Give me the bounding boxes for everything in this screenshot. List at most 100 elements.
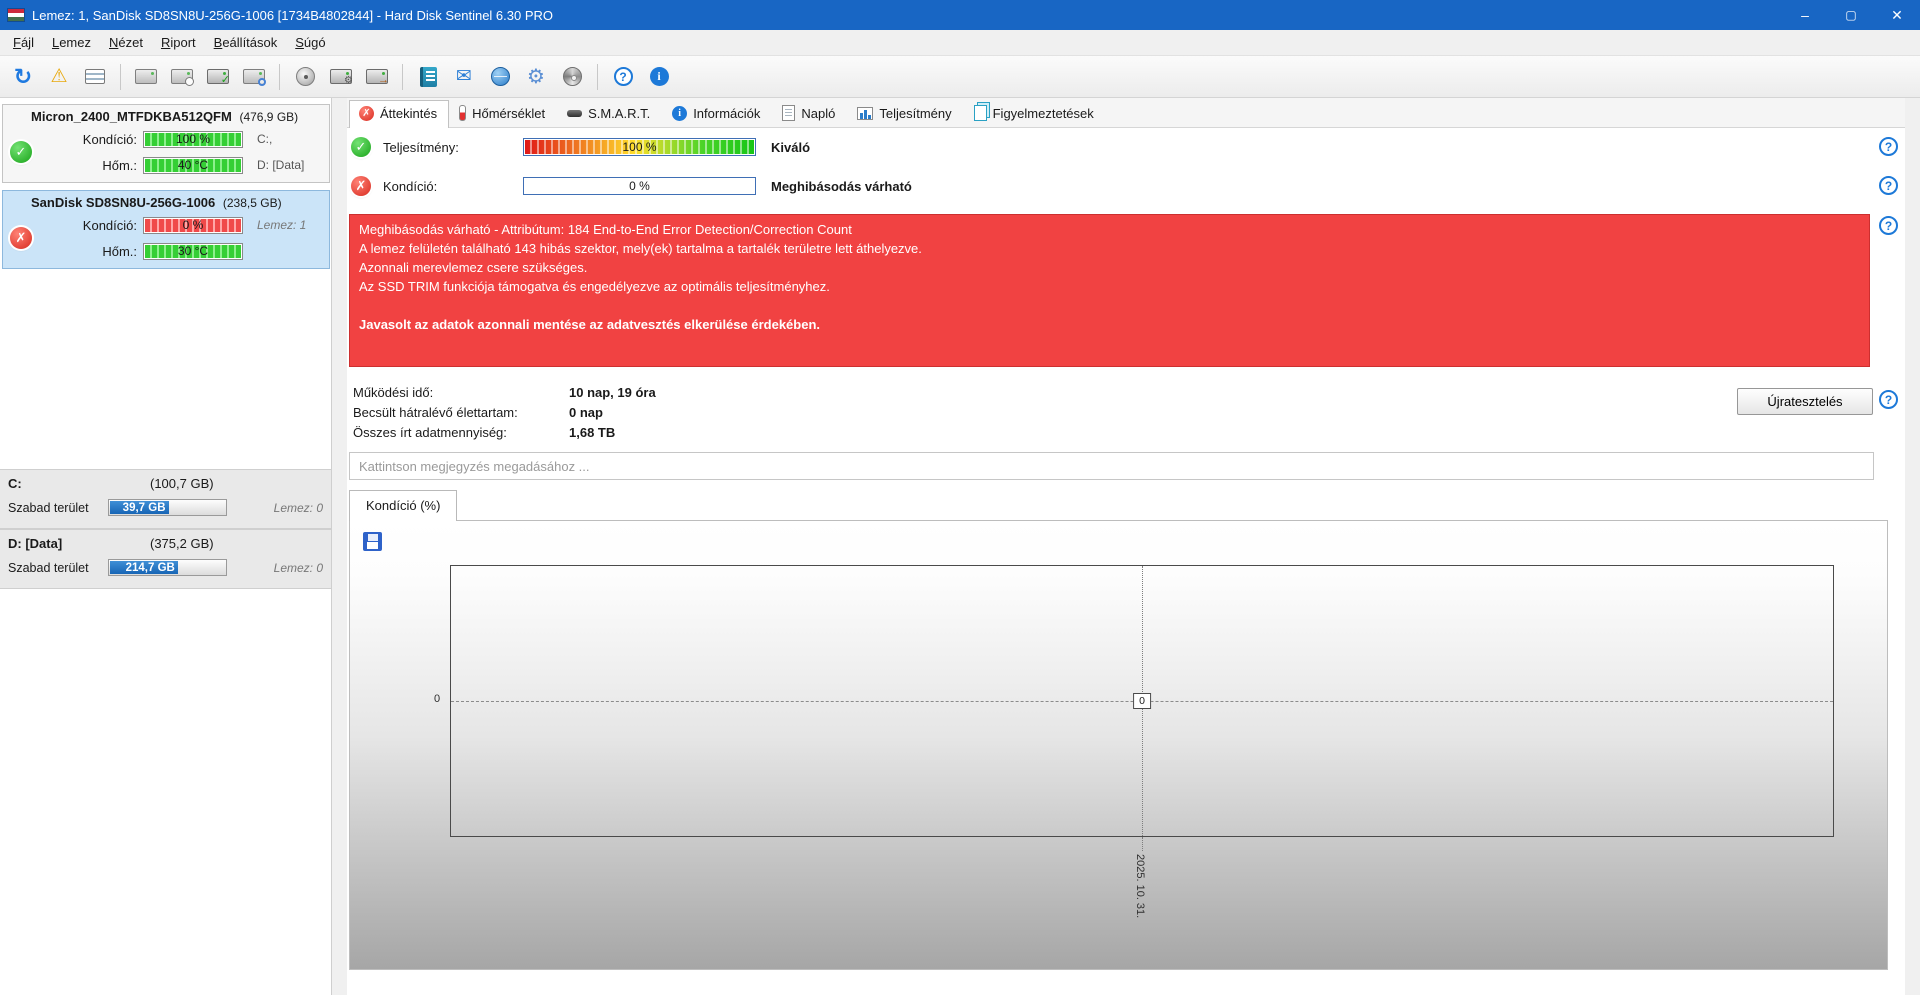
disk-seek-icon[interactable]: [165, 60, 199, 94]
disk-test-icon[interactable]: [129, 60, 163, 94]
partition-name: D: [Data]: [8, 536, 63, 551]
app-flag-icon: [8, 9, 24, 21]
failure-alert-box: Meghibásodás várható - Attribútum: 184 E…: [349, 214, 1870, 367]
close-button[interactable]: [1874, 0, 1920, 30]
y-axis-tick: 0: [434, 693, 441, 705]
lifetime-value: 0 nap: [569, 404, 603, 420]
datapoint-label: 0: [1133, 693, 1151, 709]
free-space-label: Szabad terület: [8, 560, 89, 575]
tab-performance[interactable]: Teljesítmény: [847, 100, 963, 127]
toolbar-separator: [120, 63, 121, 90]
report-icon[interactable]: [78, 60, 112, 94]
power-on-time-label: Működési idő:: [353, 384, 434, 400]
window-controls: [1782, 0, 1920, 30]
lifetime-label: Becsült hátralévő élettartam:: [353, 404, 518, 420]
chart-plot-area: 0: [450, 565, 1834, 837]
help-condition-icon[interactable]: [1879, 176, 1898, 195]
menubar: Fájl Lemez Nézet Riport Beállítások Súgó: [0, 30, 1920, 56]
maximize-button[interactable]: [1828, 0, 1874, 30]
fail-icon: [351, 176, 371, 196]
tab-information[interactable]: Információk: [662, 100, 772, 127]
tab-overview[interactable]: Áttekintés: [349, 100, 450, 128]
partition-size: (375,2 GB): [150, 536, 214, 551]
menu-settings[interactable]: Beállítások: [205, 31, 287, 54]
free-space-bar: 214,7 GB: [108, 559, 227, 576]
total-written-label: Összes írt adatmennyiség:: [353, 424, 507, 440]
titlebar: Lemez: 1, SanDisk SD8SN8U-256G-1006 [173…: [0, 0, 1920, 30]
disk-size: (238,5 GB): [222, 196, 282, 210]
cd-icon[interactable]: [555, 60, 589, 94]
condition-bar: 100 %: [143, 130, 243, 148]
disk-gear-icon[interactable]: ⚙: [324, 60, 358, 94]
thermometer-icon: [459, 105, 467, 121]
email-icon[interactable]: ✉: [447, 60, 481, 94]
partition-disk-number: Lemez: 0: [273, 560, 323, 575]
partition-item-d[interactable]: D: [Data] (375,2 GB) Szabad terület 214,…: [0, 529, 331, 589]
condition-result: Meghibásodás várható: [771, 178, 912, 194]
disk-volumes: C:,: [257, 132, 273, 146]
disk-stats: Működési idő: 10 nap, 19 óra Becsült hát…: [353, 382, 656, 442]
temperature-bar: 30 °C: [143, 242, 243, 260]
tab-log[interactable]: Napló: [772, 99, 847, 127]
condition-chart-panel: 0 0 2025. 10. 31.: [349, 520, 1888, 970]
notebook-icon[interactable]: [411, 60, 445, 94]
alert-recommendation: Javasolt az adatok azonnali mentése az a…: [359, 317, 820, 332]
tab-smart[interactable]: S.M.A.R.T.: [557, 100, 662, 127]
disk-size: (476,9 GB): [239, 110, 299, 124]
retest-button[interactable]: Újratesztelés: [1737, 388, 1873, 415]
alert-line: A lemez felületén található 143 hibás sz…: [359, 241, 922, 256]
disk-item-micron[interactable]: Micron_2400_MTFDKBA512QFM (476,9 GB) Kon…: [2, 104, 330, 183]
smart-bar-icon: [567, 110, 583, 117]
tab-condition-chart[interactable]: Kondíció (%): [349, 490, 458, 521]
partition-size: (100,7 GB): [150, 476, 214, 491]
menu-report[interactable]: Riport: [152, 31, 205, 54]
disk-ok-icon[interactable]: ✓: [201, 60, 235, 94]
toolbar-separator: [279, 63, 280, 90]
disk-exit-icon[interactable]: →: [360, 60, 394, 94]
disk-item-sandisk[interactable]: SanDisk SD8SN8U-256G-1006 (238,5 GB) Kon…: [2, 190, 330, 269]
refresh-icon[interactable]: ↻: [6, 60, 40, 94]
disk-warning-icon[interactable]: ⚠: [42, 60, 76, 94]
disk-number: Lemez: 1: [257, 218, 307, 232]
floppy-icon: [362, 531, 382, 551]
alert-line: Meghibásodás várható - Attribútum: 184 E…: [359, 222, 852, 237]
temperature-label: Hőm.:: [102, 157, 137, 173]
menu-help[interactable]: Súgó: [286, 31, 334, 54]
disk-volumes: D: [Data]: [257, 158, 305, 172]
menu-view[interactable]: Nézet: [100, 31, 152, 54]
disk-search-icon[interactable]: [237, 60, 271, 94]
help-alert-icon[interactable]: [1879, 216, 1898, 235]
condition-bar: 0 %: [523, 177, 756, 195]
alert-line: Azonnali merevlemez csere szükséges.: [359, 260, 588, 275]
help-performance-icon[interactable]: [1879, 137, 1898, 156]
settings-gear-icon[interactable]: ⚙: [519, 60, 553, 94]
condition-label: Kondíció:: [82, 217, 137, 233]
partition-item-c[interactable]: C: (100,7 GB) Szabad terület 39,7 GB Lem…: [0, 469, 331, 529]
tab-temperature[interactable]: Hőmérséklet: [449, 99, 557, 127]
menu-file[interactable]: Fájl: [4, 31, 43, 54]
x-axis-date-label: 2025. 10. 31.: [1134, 854, 1146, 919]
info-icon[interactable]: [642, 60, 676, 94]
free-space-label: Szabad terület: [8, 500, 89, 515]
tab-bar: Áttekintés Hőmérséklet S.M.A.R.T. Inform…: [347, 98, 1905, 128]
help-icon[interactable]: [606, 60, 640, 94]
minimize-button[interactable]: [1782, 0, 1828, 30]
help-retest-icon[interactable]: [1879, 390, 1898, 409]
total-written-value: 1,68 TB: [569, 424, 616, 440]
network-disk-icon[interactable]: [483, 60, 517, 94]
disk-sidebar: Micron_2400_MTFDKBA512QFM (476,9 GB) Kon…: [0, 98, 332, 995]
window-title: Lemez: 1, SanDisk SD8SN8U-256G-1006 [173…: [32, 7, 554, 23]
disk-platter-icon[interactable]: [288, 60, 322, 94]
disk-status-fail-icon: [10, 227, 32, 249]
tab-alerts[interactable]: Figyelmeztetések: [964, 99, 1106, 127]
menu-disk[interactable]: Lemez: [43, 31, 100, 54]
bar-chart-icon: [857, 107, 874, 120]
condition-bar: 0 %: [143, 216, 243, 234]
toolbar-separator: [597, 63, 598, 90]
save-chart-button[interactable]: [359, 528, 385, 554]
app-window: Lemez: 1, SanDisk SD8SN8U-256G-1006 [173…: [0, 0, 1920, 995]
toolbar-separator: [402, 63, 403, 90]
free-space-bar: 39,7 GB: [108, 499, 227, 516]
comment-input[interactable]: [349, 452, 1874, 480]
alert-line: Az SSD TRIM funkciója támogatva és enged…: [359, 279, 830, 294]
